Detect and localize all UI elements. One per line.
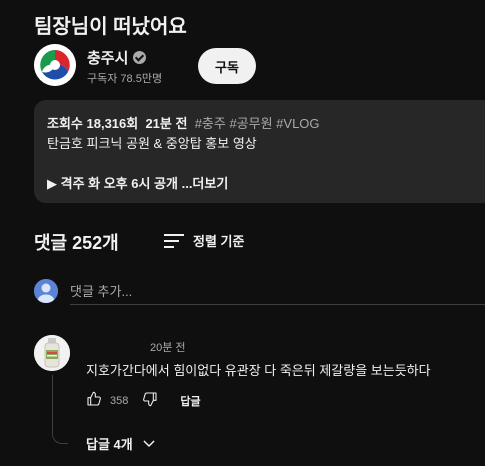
more-button[interactable]: ...더보기 [182, 176, 229, 191]
verified-check-icon [133, 51, 147, 64]
replies-label: 답글 4개 [86, 437, 133, 452]
commenter-avatar-image [34, 335, 70, 371]
add-comment-input[interactable] [70, 278, 485, 305]
description-box[interactable]: 조회수 18,316회 21분 전 #충주 #공무원 #VLOG 탄금호 피크닉… [34, 100, 485, 203]
channel-name-text: 충주시 [87, 50, 129, 67]
like-count: 358 [110, 395, 129, 407]
subscribe-button[interactable]: 구독 [198, 48, 256, 84]
add-comment-row [34, 278, 485, 308]
chevron-down-icon [143, 440, 155, 447]
view-count: 조회수 18,316회 [47, 116, 139, 131]
channel-row: 충주시 구독자 78.5만명 구독 [34, 44, 474, 88]
comment-time: 20분 전 [150, 342, 186, 354]
sort-button[interactable]: 정렬 기준 [164, 231, 244, 250]
commenter-avatar[interactable] [34, 335, 70, 371]
comments-header: 댓글 252개 정렬 기준 [34, 229, 334, 255]
description-text: 탄금호 피크닉 공원 & 중앙탑 홍보 영상 [47, 136, 257, 151]
comment-text: 지호가간다에서 힘이없다 유관장 다 죽은뒤 제갈량을 보는듯하다 [86, 363, 431, 378]
like-button[interactable] [86, 391, 102, 412]
hashtags[interactable]: #충주 #공무원 #VLOG [195, 116, 320, 131]
sort-label: 정렬 기준 [193, 234, 245, 249]
reply-button[interactable]: 답글 [180, 393, 200, 409]
thumbs-down-icon [143, 391, 157, 406]
description-meta: 조회수 18,316회 21분 전 #충주 #공무원 #VLOG [47, 113, 320, 132]
user-avatar [34, 279, 58, 303]
video-title: 팀장님이 떠났어요 [34, 16, 187, 38]
view-replies-button[interactable]: 답글 4개 [86, 434, 157, 453]
comment-item: 20분 전 지호가간다에서 힘이없다 유관장 다 죽은뒤 제갈량을 보는듯하다 … [34, 335, 485, 466]
upload-age: 21분 전 [145, 116, 188, 131]
subscriber-count: 구독자 78.5만명 [87, 73, 163, 85]
dislike-button[interactable] [142, 391, 158, 412]
comment-actions: 358 답글 [86, 390, 201, 412]
sort-icon [164, 233, 184, 248]
channel-name[interactable]: 충주시 [87, 47, 147, 68]
thread-line [52, 375, 68, 444]
chungju-logo-icon [34, 44, 76, 86]
description-preview: ▶ 격주 화 오후 6시 공개 ...더보기 [47, 173, 228, 192]
channel-avatar[interactable] [34, 44, 76, 86]
thumbs-up-icon [87, 391, 101, 406]
user-avatar-icon [34, 279, 58, 303]
schedule-text: ▶ 격주 화 오후 6시 공개 [47, 176, 178, 191]
